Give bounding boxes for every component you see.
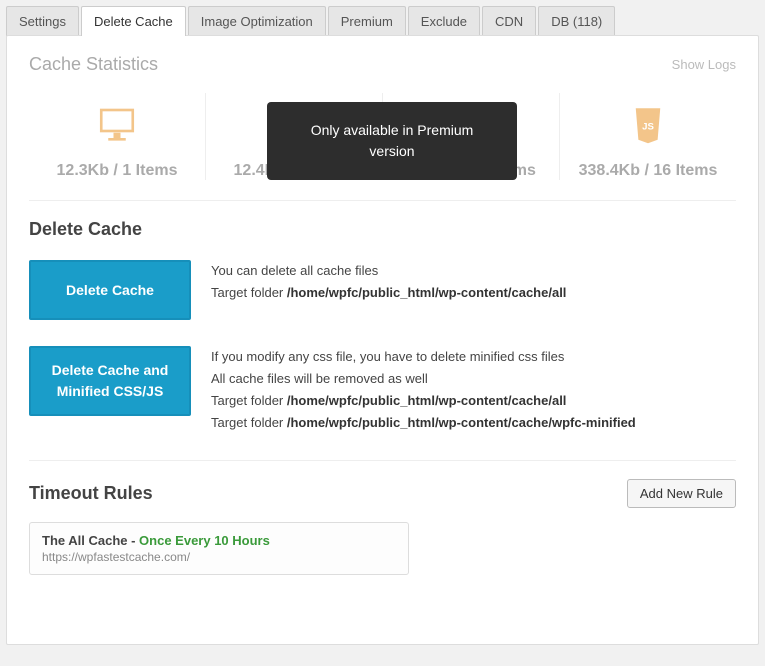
tab-db[interactable]: DB (118): [538, 6, 615, 36]
show-logs-link[interactable]: Show Logs: [672, 57, 736, 72]
target-folder-label: Target folder: [211, 285, 287, 300]
divider: [29, 460, 736, 461]
target-folder-path: /home/wpfc/public_html/wp-content/cache/…: [287, 393, 567, 408]
tabs: Settings Delete Cache Image Optimization…: [6, 6, 759, 36]
tab-cdn[interactable]: CDN: [482, 6, 536, 36]
delete-cache-desc-line1: You can delete all cache files: [211, 260, 566, 282]
delete-cache-desc: You can delete all cache files Target fo…: [211, 260, 566, 304]
delete-cache-title: Delete Cache: [29, 219, 736, 240]
stat-desktop: 12.3Kb / 1 Items: [29, 93, 206, 180]
tab-image-optimization[interactable]: Image Optimization: [188, 6, 326, 36]
desc2-line1: If you modify any css file, you have to …: [211, 346, 636, 368]
premium-tooltip: Only available in Premium version: [267, 102, 517, 180]
tab-premium[interactable]: Premium: [328, 6, 406, 36]
timeout-rule-url: https://wpfastestcache.com/: [42, 550, 396, 564]
delete-cache-button[interactable]: Delete Cache: [29, 260, 191, 320]
target-folder-path: /home/wpfc/public_html/wp-content/cache/…: [287, 415, 636, 430]
stat-js-label: 338.4Kb / 16 Items: [566, 162, 730, 180]
tab-exclude[interactable]: Exclude: [408, 6, 480, 36]
stat-desktop-label: 12.3Kb / 1 Items: [35, 162, 199, 180]
desc2-line2: All cache files will be removed as well: [211, 368, 636, 390]
timeout-rules-title: Timeout Rules: [29, 483, 153, 504]
delete-cache-minified-button[interactable]: Delete Cache and Minified CSS/JS: [29, 346, 191, 416]
target-folder-label: Target folder: [211, 415, 287, 430]
timeout-rule-item[interactable]: The All Cache - Once Every 10 Hours http…: [29, 522, 409, 575]
desktop-icon: [96, 103, 138, 148]
svg-text:JS: JS: [642, 121, 654, 132]
tab-settings[interactable]: Settings: [6, 6, 79, 36]
tab-delete-cache[interactable]: Delete Cache: [81, 6, 186, 36]
tab-panel: Only available in Premium version Cache …: [6, 35, 759, 645]
delete-cache-minified-desc: If you modify any css file, you have to …: [211, 346, 636, 434]
target-folder-path: /home/wpfc/public_html/wp-content/cache/…: [287, 285, 567, 300]
target-folder-label: Target folder: [211, 393, 287, 408]
stat-js: JS 338.4Kb / 16 Items: [560, 93, 736, 180]
add-new-rule-button[interactable]: Add New Rule: [627, 479, 736, 508]
timeout-rule-title: The All Cache - Once Every 10 Hours: [42, 533, 396, 548]
js-icon: JS: [627, 103, 669, 148]
divider: [29, 200, 736, 201]
stats-title: Cache Statistics: [29, 54, 158, 75]
